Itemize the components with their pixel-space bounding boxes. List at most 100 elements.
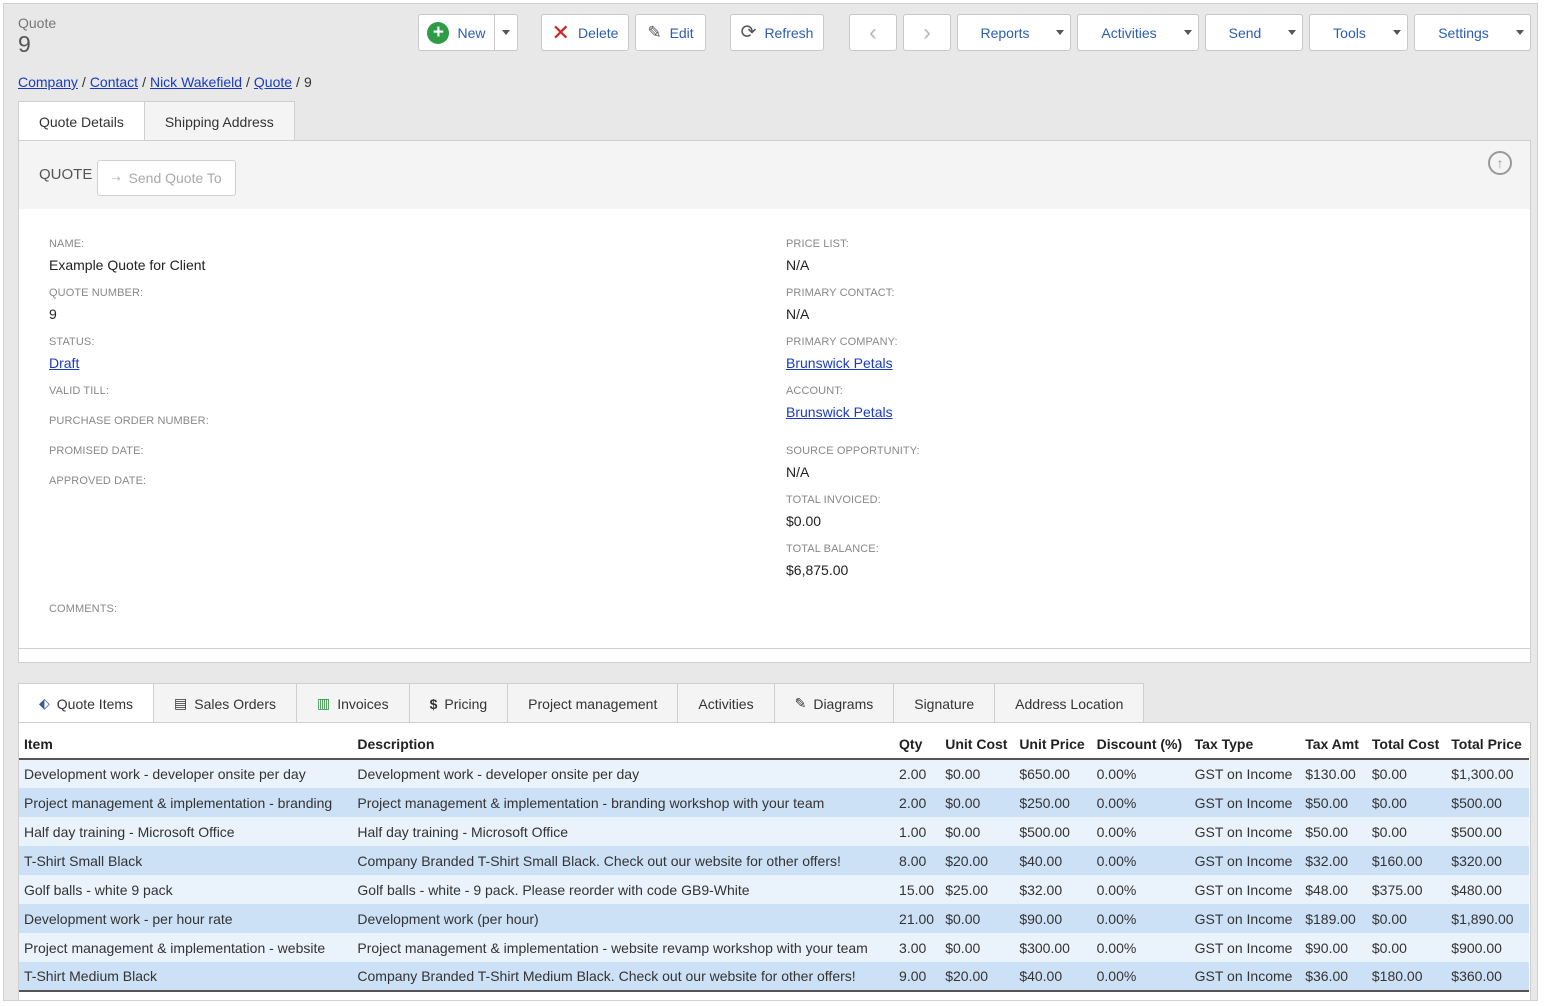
field-value-account: Brunswick Petals xyxy=(786,404,893,420)
table-row[interactable]: T-Shirt Medium Black Company Branded T-Sh… xyxy=(19,962,1529,992)
table-cell: Golf balls - white 9 pack xyxy=(19,875,353,904)
table-cell: 0.00% xyxy=(1091,846,1190,875)
tab-diagrams[interactable]: ✎ Diagrams xyxy=(773,683,895,723)
app-window: Quote 9 + New ✕ Delete ✎ Edit ⟳ Refresh … xyxy=(3,3,1538,1001)
column-header[interactable]: Total Cost xyxy=(1366,723,1447,760)
column-header[interactable]: Total Price xyxy=(1446,723,1529,760)
column-header[interactable]: Discount (%) xyxy=(1091,723,1190,760)
tab-project-management[interactable]: Project management xyxy=(507,683,679,723)
breadcrumb-contact[interactable]: Contact xyxy=(90,74,138,90)
column-header[interactable]: Unit Price xyxy=(1014,723,1092,760)
table-cell: $360.00 xyxy=(1446,962,1529,992)
edit-button[interactable]: ✎ Edit xyxy=(635,14,706,51)
table-cell: $189.00 xyxy=(1300,904,1367,933)
breadcrumb-company[interactable]: Company xyxy=(18,74,78,90)
status-link[interactable]: Draft xyxy=(49,355,79,371)
table-cell: Development work - developer onsite per … xyxy=(352,759,895,788)
field-label-source-opportunity: SOURCE OPPORTUNITY: xyxy=(786,445,920,457)
table-cell: Company Branded T-Shirt Small Black. Che… xyxy=(352,846,895,875)
column-header[interactable]: Qty xyxy=(894,723,941,760)
tab-invoices[interactable]: ▥ Invoices xyxy=(295,683,410,723)
field-label-account: ACCOUNT: xyxy=(786,385,844,397)
table-cell: 0.00% xyxy=(1091,788,1190,817)
table-cell: 0.00% xyxy=(1091,962,1190,992)
tab-quote-details[interactable]: Quote Details xyxy=(18,101,145,141)
tab-quote-items[interactable]: ⬖ Quote Items xyxy=(18,683,155,723)
table-row[interactable]: Project management & implementation - we… xyxy=(19,933,1529,962)
column-header[interactable]: Description xyxy=(352,723,895,760)
column-header[interactable]: Tax Type xyxy=(1189,723,1301,760)
record-type: Quote xyxy=(18,15,57,31)
send-button[interactable]: Send xyxy=(1205,14,1303,51)
column-header[interactable]: Tax Amt xyxy=(1300,723,1367,760)
next-button[interactable]: › xyxy=(903,14,951,51)
pencil-icon: ✎ xyxy=(647,23,662,42)
table-cell: T-Shirt Small Black xyxy=(19,846,353,875)
table-cell: 0.00% xyxy=(1091,817,1190,846)
chevron-down-icon xyxy=(1393,30,1401,35)
table-row[interactable]: Development work - developer onsite per … xyxy=(19,759,1529,788)
delete-button[interactable]: ✕ Delete xyxy=(541,14,629,51)
table-cell: 0.00% xyxy=(1091,933,1190,962)
account-link[interactable]: Brunswick Petals xyxy=(786,404,893,420)
table-row[interactable]: T-Shirt Small Black Company Branded T-Shi… xyxy=(19,846,1529,875)
table-row[interactable]: Half day training - Microsoft Office Half… xyxy=(19,817,1529,846)
breadcrumb-person[interactable]: Nick Wakefield xyxy=(150,74,242,90)
table-cell: GST on Income xyxy=(1189,846,1301,875)
table-cell: T-Shirt Medium Black xyxy=(19,962,353,992)
table-cell: $500.00 xyxy=(1446,788,1529,817)
breadcrumb-quote[interactable]: Quote xyxy=(254,74,292,90)
refresh-button[interactable]: ⟳ Refresh xyxy=(730,14,824,51)
table-cell: $1,300.00 xyxy=(1446,759,1529,788)
panel-header: QUOTE ⇢ Send Quote To ↑ xyxy=(19,141,1530,209)
column-header[interactable]: Item xyxy=(19,723,353,760)
tab-address-location[interactable]: Address Location xyxy=(994,683,1145,723)
table-cell: $0.00 xyxy=(1366,933,1447,962)
tab-activities[interactable]: Activities xyxy=(677,683,775,723)
pencil-icon: ✎ xyxy=(794,695,807,711)
tab-shipping-address[interactable]: Shipping Address xyxy=(143,101,295,141)
table-cell: $0.00 xyxy=(1366,788,1447,817)
collapse-up-icon[interactable]: ↑ xyxy=(1488,151,1512,175)
column-header[interactable]: Unit Cost xyxy=(940,723,1015,760)
table-cell: Development work - developer onsite per … xyxy=(19,759,353,788)
table-cell: $90.00 xyxy=(1300,933,1367,962)
tab-pricing[interactable]: $ Pricing xyxy=(408,683,509,723)
send-quote-to-button[interactable]: ⇢ Send Quote To xyxy=(97,160,236,196)
tab-sales-orders[interactable]: ▤ Sales Orders xyxy=(153,683,297,723)
table-cell: $375.00 xyxy=(1366,875,1447,904)
table-body: Development work - developer onsite per … xyxy=(19,759,1529,992)
quote-details-panel: QUOTE ⇢ Send Quote To ↑ NAME: Example Qu… xyxy=(18,140,1531,663)
related-tabs: ⬖ Quote Items ▤ Sales Orders ▥ Invoices $ Pr… xyxy=(18,683,1145,723)
activities-button[interactable]: Activities xyxy=(1077,14,1199,51)
field-label-total-invoiced: TOTAL INVOICED: xyxy=(786,494,881,506)
tools-button[interactable]: Tools xyxy=(1309,14,1408,51)
table-row[interactable]: Golf balls - white 9 pack Golf balls - wh… xyxy=(19,875,1529,904)
previous-button[interactable]: ‹ xyxy=(849,14,897,51)
table-cell: $90.00 xyxy=(1014,904,1092,933)
breadcrumb-current: 9 xyxy=(303,74,312,90)
record-tabs: Quote Details Shipping Address xyxy=(18,101,295,141)
new-dropdown-button[interactable] xyxy=(495,14,518,51)
primary-company-link[interactable]: Brunswick Petals xyxy=(786,355,893,371)
table-cell: $48.00 xyxy=(1300,875,1367,904)
reports-button[interactable]: Reports xyxy=(957,14,1071,51)
table-cell: Development work - per hour rate xyxy=(19,904,353,933)
table-cell: $0.00 xyxy=(1366,817,1447,846)
tab-signature[interactable]: Signature xyxy=(893,683,996,723)
field-value-price-list: N/A xyxy=(786,257,810,273)
field-label-promised-date: PROMISED DATE: xyxy=(49,445,144,457)
table-row[interactable]: Development work - per hour rate Developm… xyxy=(19,904,1529,933)
new-button[interactable]: + New xyxy=(418,14,495,51)
field-label-primary-company: PRIMARY COMPANY: xyxy=(786,336,898,348)
table-cell: GST on Income xyxy=(1189,962,1301,992)
table-cell: GST on Income xyxy=(1189,904,1301,933)
table-cell: $32.00 xyxy=(1014,875,1092,904)
chevron-down-icon xyxy=(1516,30,1524,35)
table-cell: $650.00 xyxy=(1014,759,1092,788)
settings-button[interactable]: Settings xyxy=(1414,14,1531,51)
table-cell: Half day training - Microsoft Office xyxy=(19,817,353,846)
table-row[interactable]: Project management & implementation - br… xyxy=(19,788,1529,817)
table-cell: $32.00 xyxy=(1300,846,1367,875)
field-value-primary-contact: N/A xyxy=(786,306,810,322)
